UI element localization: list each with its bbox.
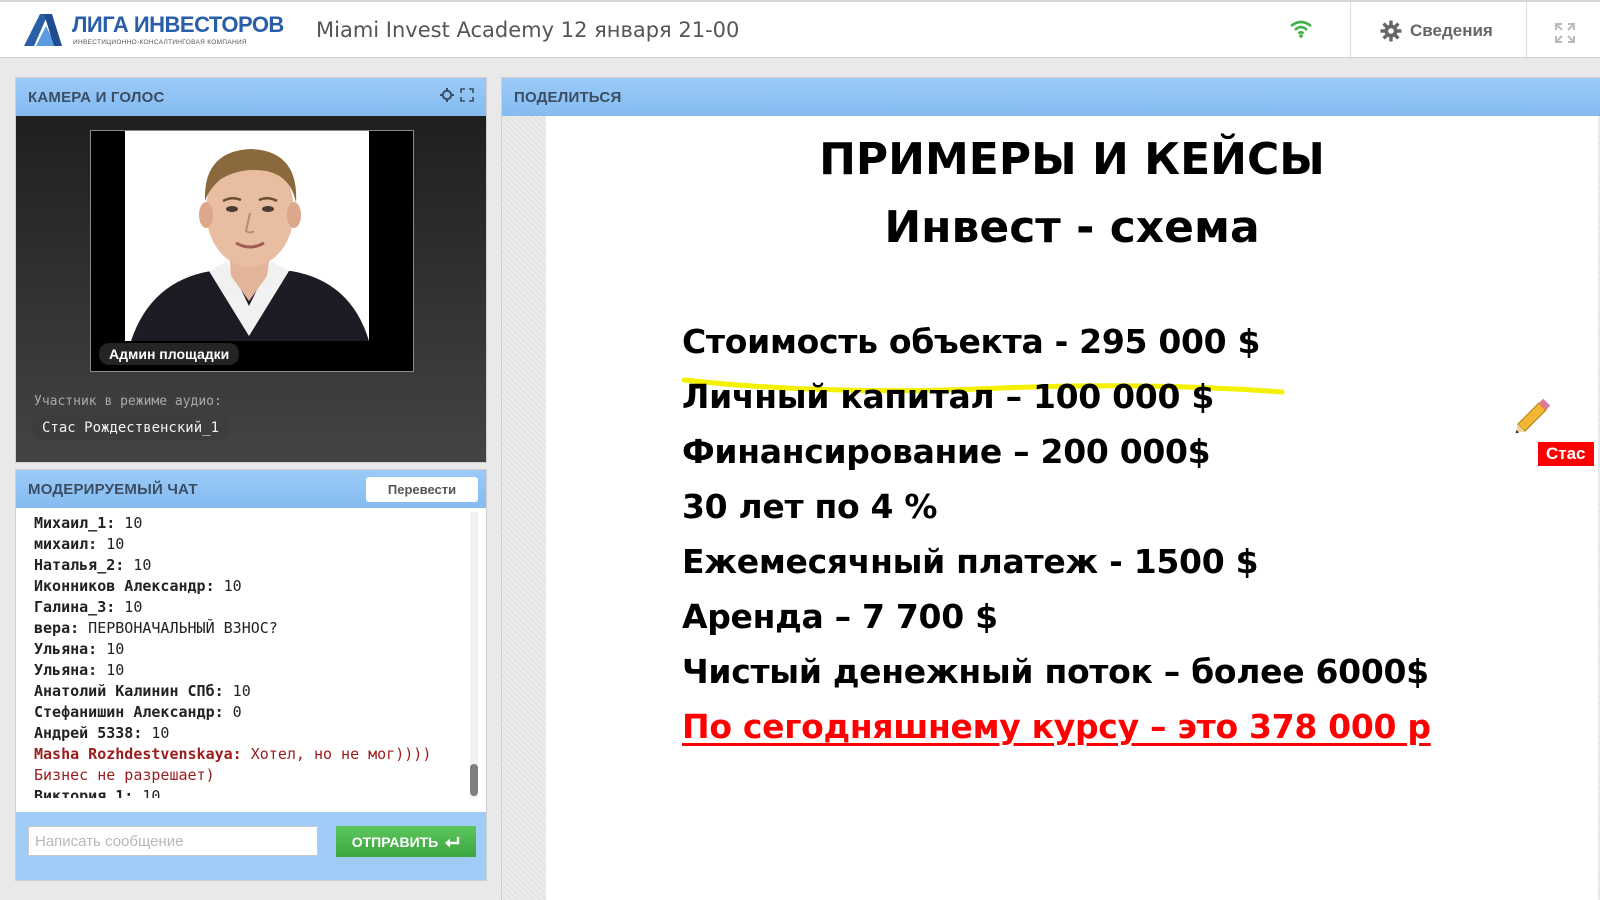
fullscreen-icon[interactable] (1554, 22, 1576, 44)
chat-message: Ульяна: 10 (34, 661, 474, 679)
chat-panel-header: МОДЕРИРУЕМЫЙ ЧАТ Перевести (16, 470, 486, 508)
chat-panel-title: МОДЕРИРУЕМЫЙ ЧАТ (28, 481, 198, 498)
chat-message-highlighted: Masha Rozhdestvenskaya: Хотел, но не мог… (34, 745, 474, 763)
chat-message: Михаил_1: 10 (34, 514, 474, 532)
chat-message-text: 10 (97, 535, 125, 553)
chat-message-text: 10 (223, 682, 251, 700)
chat-message-author: михаил: (34, 535, 98, 553)
chat-message-author: Стефанишин Александр: (34, 703, 224, 721)
company-logo[interactable]: ЛИГА ИНВЕСТОРОВ ИНВЕСТИЦИОННО-КОНСАЛТИНГ… (22, 10, 284, 50)
presenter-cursor-label: Стас (1538, 442, 1594, 466)
chat-message-author: Михаил_1: (34, 514, 116, 532)
chat-message-author: Ульяна: (34, 661, 98, 679)
presenter-video-frame (91, 131, 413, 371)
chat-message-text: 10 (133, 787, 161, 798)
info-button-label: Сведения (1410, 21, 1493, 40)
chat-message-list[interactable]: Михаил_1: 10 михаил: 10 Наталья_2: 10 Ик… (16, 508, 486, 798)
chat-composer: ОТПРАВИТЬ (16, 812, 486, 880)
camera-panel-body: Админ площадки Участник в режиме аудио: … (16, 116, 486, 462)
slide-line: Финансирование – 200 000$ (682, 432, 1211, 471)
chat-message: Анатолий Калинин СПб: 10 (34, 682, 474, 700)
share-panel: ПОДЕЛИТЬСЯ ПРИМЕРЫ И КЕЙСЫ Инвест - схем… (502, 78, 1600, 900)
share-panel-header: ПОДЕЛИТЬСЯ (502, 78, 1600, 116)
chat-message: михаил: 10 (34, 535, 474, 553)
send-message-button[interactable]: ОТПРАВИТЬ (336, 826, 476, 857)
chat-message-author: Иконников Александр: (34, 577, 215, 595)
chat-message-author: Галина_3: (34, 598, 116, 616)
chat-message-text: 0 (223, 703, 242, 721)
chat-scrollbar[interactable] (470, 512, 478, 798)
chat-message-text: ПЕРВОНАЧАЛЬНЫЙ ВЗНОС? (79, 619, 278, 637)
chat-message-text: 10 (97, 640, 125, 658)
info-button[interactable]: Сведения (1380, 17, 1493, 45)
header-divider (1350, 2, 1351, 60)
chat-message: вера: ПЕРВОНАЧАЛЬНЫЙ ВЗНОС? (34, 619, 474, 637)
chat-scrollbar-thumb[interactable] (470, 764, 478, 796)
chat-message: Галина_3: 10 (34, 598, 474, 616)
slide-subheading: Инвест - схема (884, 202, 1260, 253)
chat-message-author: Анатолий Калинин СПб: (34, 682, 224, 700)
chat-message-author: вера: (34, 619, 80, 637)
slide-line: Личный капитал – 100 000 $ (682, 377, 1214, 416)
chat-message: Иконников Александр: 10 (34, 577, 474, 595)
audio-participant-name[interactable]: Стас Рождественский_1 (32, 416, 230, 440)
presenter-name-tag: Админ площадки (99, 343, 240, 365)
camera-settings-gear-icon[interactable] (440, 88, 454, 102)
send-button-label: ОТПРАВИТЬ (351, 833, 439, 850)
top-header: ЛИГА ИНВЕСТОРОВ ИНВЕСТИЦИОННО-КОНСАЛТИНГ… (0, 0, 1600, 60)
logo-mark-icon (24, 14, 62, 46)
pencil-icon (1515, 398, 1551, 434)
gear-icon (1380, 20, 1402, 42)
chat-message-text: 10 (142, 724, 170, 742)
slide-line: 30 лет по 4 % (682, 487, 938, 526)
wifi-signal-icon (1290, 20, 1312, 38)
chat-message: Виктория_1: 10 (34, 787, 474, 798)
header-divider (1526, 2, 1527, 60)
camera-expand-icon[interactable] (460, 88, 474, 102)
chat-message-text: 10 (124, 556, 152, 574)
chat-message: Андрей 5338: 10 (34, 724, 474, 742)
chat-message-author: Ульяна: (34, 640, 98, 658)
chat-message-author: Masha Rozhdestvenskaya: (34, 745, 242, 763)
chat-message-text: Бизнес не разрешает) (34, 766, 215, 784)
chat-message-input[interactable] (28, 826, 318, 856)
logo-subtitle: ИНВЕСТИЦИОННО-КОНСАЛТИНГОВАЯ КОМПАНИЯ (73, 39, 247, 46)
chat-message-author: Наталья_2: (34, 556, 125, 574)
slide-heading: ПРИМЕРЫ И КЕЙСЫ (819, 134, 1325, 185)
share-panel-title: ПОДЕЛИТЬСЯ (514, 89, 622, 106)
session-title: Miami Invest Academy 12 января 21-00 (316, 18, 740, 42)
camera-panel-header: КАМЕРА И ГОЛОС (16, 78, 486, 116)
chat-message: Стефанишин Александр: 0 (34, 703, 474, 721)
chat-message-author: Андрей 5338: (34, 724, 143, 742)
camera-panel: КАМЕРА И ГОЛОС Админ площадки Участник в… (16, 78, 486, 462)
slide-line: Стоимость объекта - 295 000 $ (682, 322, 1261, 361)
chat-message-author: Виктория_1: (34, 787, 134, 798)
slide-line: Аренда – 7 700 $ (682, 597, 998, 636)
chat-message: Наталья_2: 10 (34, 556, 474, 574)
translate-button[interactable]: Перевести (366, 477, 478, 502)
camera-panel-title: КАМЕРА И ГОЛОС (28, 89, 165, 106)
presenter-video[interactable]: Админ площадки (90, 130, 414, 372)
chat-message-text: 10 (97, 661, 125, 679)
logo-title: ЛИГА ИНВЕСТОРОВ (72, 12, 284, 37)
slide-highlight-line: По сегодняшнему курсу – это 378 000 р (682, 707, 1431, 746)
enter-arrow-icon (445, 836, 460, 847)
chat-message-text: Хотел, но не мог)))) (241, 745, 432, 763)
chat-message-text: 10 (214, 577, 242, 595)
presentation-slide: ПРИМЕРЫ И КЕЙСЫ Инвест - схема Стоимость… (546, 116, 1598, 900)
chat-message-text: 10 (115, 598, 143, 616)
chat-message-text: 10 (115, 514, 143, 532)
share-panel-body: ПРИМЕРЫ И КЕЙСЫ Инвест - схема Стоимость… (502, 116, 1600, 900)
chat-message: Ульяна: 10 (34, 640, 474, 658)
slide-line: Чистый денежный поток – более 6000$ (682, 652, 1429, 691)
audio-participant-label: Участник в режиме аудио: (34, 394, 222, 409)
chat-message-continuation: Бизнес не разрешает) (34, 766, 474, 784)
chat-panel: МОДЕРИРУЕМЫЙ ЧАТ Перевести Михаил_1: 10 … (16, 470, 486, 880)
slide-line: Ежемесячный платеж - 1500 $ (682, 542, 1259, 581)
